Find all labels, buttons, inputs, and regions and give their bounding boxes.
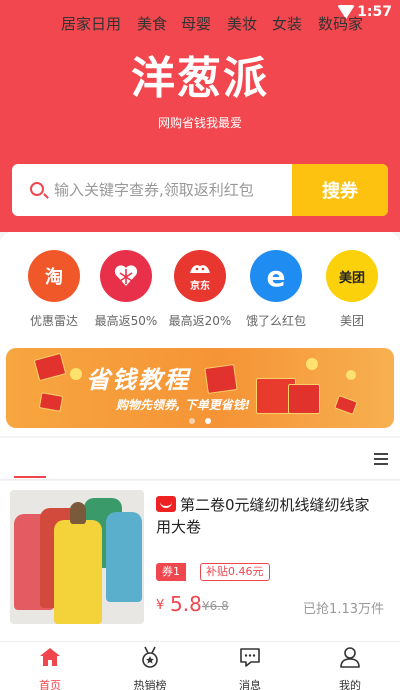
price-currency: ¥ — [156, 598, 165, 613]
coin-icon — [306, 358, 318, 370]
search-icon — [30, 182, 44, 196]
tab-digital[interactable]: 数码家 — [318, 13, 363, 34]
product-title[interactable]: 第二卷0元缝纫机线缝纫线家用大卷 — [156, 494, 384, 538]
taobao-icon: 淘 — [28, 250, 80, 302]
category-tabs — [0, 438, 400, 480]
home-icon — [40, 648, 60, 666]
nav-label: 我的 — [339, 679, 361, 690]
message-icon — [240, 648, 260, 667]
product-image[interactable] — [10, 490, 144, 624]
coin-icon — [70, 368, 82, 380]
shortcut-label: 优惠雷达 — [29, 314, 78, 328]
shortcut-pinduoduo[interactable]: 最高返50% — [86, 250, 166, 329]
red-envelope-icon — [204, 364, 238, 394]
shortcut-youhui-leida[interactable]: 淘 优惠雷达 — [14, 250, 94, 329]
banner-dot-1[interactable] — [189, 418, 195, 424]
nav-home[interactable]: 首页 — [0, 645, 100, 690]
nav-mine[interactable]: 我的 — [300, 645, 400, 690]
tab-beauty[interactable]: 美妆 — [227, 13, 257, 34]
nav-label: 热销榜 — [133, 679, 167, 690]
product-price: 5.8 — [170, 592, 202, 616]
pinduoduo-icon — [100, 250, 152, 302]
tab-food[interactable]: 美食 — [137, 13, 167, 34]
menu-icon[interactable] — [374, 453, 388, 465]
app-root: 1:57 洋葱派 网购省钱我最爱 搜券 淘 优惠雷达 最高返50% 京东 最高返… — [0, 0, 400, 690]
sold-count: 已抢1.13万件 — [303, 602, 384, 617]
nav-hot-list[interactable]: 热销榜 — [100, 645, 200, 690]
shortcut-label: 最高返20% — [168, 314, 232, 328]
search-button[interactable]: 搜券 — [292, 164, 388, 216]
gift-icon — [33, 352, 67, 382]
original-price: ¥6.8 — [202, 599, 229, 613]
banner-dot-2-active[interactable] — [205, 418, 211, 424]
tab-home-goods[interactable]: 居家日用 — [61, 13, 121, 34]
red-envelope-icon — [288, 384, 320, 414]
tab-active-indicator — [14, 476, 46, 478]
jd-icon-text: 京东 — [190, 280, 210, 292]
shortcut-jd[interactable]: 京东 最高返20% — [160, 250, 240, 329]
nav-label: 消息 — [239, 679, 261, 690]
search-bar: 搜券 — [12, 164, 388, 216]
jd-icon: 京东 — [174, 250, 226, 302]
subsidy-badge: 补贴0.46元 — [200, 563, 270, 581]
jd-dog-icon — [190, 264, 210, 273]
app-logo: 洋葱派 — [131, 53, 269, 104]
tab-baby[interactable]: 母婴 — [181, 13, 211, 34]
app-slogan: 网购省钱我最爱 — [157, 116, 242, 130]
search-input[interactable] — [54, 164, 288, 216]
shortcut-label: 饿了么红包 — [245, 314, 306, 328]
shortcut-label: 最高返50% — [94, 314, 158, 328]
user-icon — [340, 647, 360, 668]
shortcut-eleme[interactable]: e 饿了么红包 — [236, 250, 316, 329]
heart-grid-icon — [114, 265, 138, 286]
shortcut-meituan[interactable]: 美团 美团 — [312, 250, 392, 329]
nav-label: 首页 — [39, 679, 61, 690]
tab-womens[interactable]: 女装 — [272, 13, 302, 34]
shortcut-label: 美团 — [339, 314, 364, 328]
banner-carousel[interactable]: 省钱教程 购物先领券, 下单更省钱! — [6, 348, 394, 428]
coupon-icon — [334, 395, 358, 415]
nav-messages[interactable]: 消息 — [200, 645, 300, 690]
banner-subtitle: 购物先领券, 下单更省钱! — [116, 398, 251, 412]
banner-title: 省钱教程 — [86, 366, 190, 394]
coin-icon — [346, 370, 356, 380]
coupon-badge: 券1 — [156, 563, 186, 581]
meituan-icon: 美团 — [326, 250, 378, 302]
coupon-icon — [38, 392, 64, 412]
eleme-icon: e — [250, 250, 302, 302]
tab-recommend[interactable]: 推荐 — [15, 13, 45, 34]
medal-icon — [142, 646, 158, 668]
